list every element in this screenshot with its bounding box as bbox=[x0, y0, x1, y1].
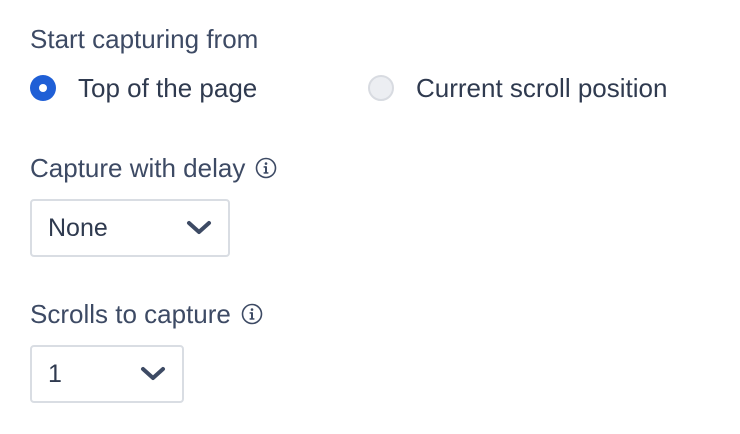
scrolls-to-capture-label-text: Scrolls to capture bbox=[30, 299, 231, 329]
capture-delay-label: Capture with delay bbox=[30, 153, 277, 183]
capture-delay-select[interactable]: None bbox=[30, 199, 230, 257]
radio-top-of-page-label: Top of the page bbox=[78, 72, 258, 103]
radio-top-of-page[interactable]: Top of the page bbox=[30, 72, 257, 104]
start-capturing-label-text: Start capturing from bbox=[30, 24, 259, 54]
capture-delay-value: None bbox=[48, 213, 108, 242]
radio-current-scroll-position-label: Current scroll position bbox=[416, 72, 668, 103]
chevron-down-icon bbox=[140, 366, 166, 382]
capture-delay-label-text: Capture with delay bbox=[30, 153, 246, 183]
scrolls-to-capture-select[interactable]: 1 bbox=[30, 345, 184, 403]
scrolls-to-capture-value: 1 bbox=[48, 359, 62, 388]
scrolls-to-capture-label: Scrolls to capture bbox=[30, 299, 263, 329]
radio-checked-icon[interactable] bbox=[30, 75, 56, 101]
chevron-down-icon bbox=[186, 220, 212, 236]
radio-unchecked-icon[interactable] bbox=[368, 75, 394, 101]
radio-current-scroll-position[interactable]: Current scroll position bbox=[368, 72, 667, 104]
info-icon[interactable] bbox=[255, 157, 277, 179]
start-capturing-label: Start capturing from bbox=[30, 24, 258, 54]
info-icon[interactable] bbox=[241, 303, 263, 325]
